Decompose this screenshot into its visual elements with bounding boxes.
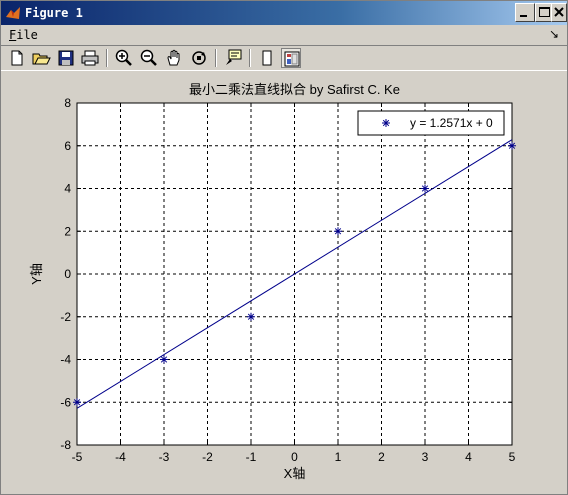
data-point-marker xyxy=(508,141,516,150)
show-plot-tools-icon[interactable] xyxy=(281,48,301,68)
data-point-marker xyxy=(421,184,429,193)
toolbar-separator xyxy=(215,49,217,67)
hide-plot-tools-icon[interactable] xyxy=(257,48,277,68)
figure-toolbar xyxy=(1,45,567,71)
legend-label: y = 1.2571x + 0 xyxy=(410,116,493,130)
menu-bar: File ↘ xyxy=(1,25,567,45)
open-file-icon[interactable] xyxy=(31,48,51,68)
minimize-icon xyxy=(520,15,527,17)
chart-title: 最小二乘法直线拟合 by Safirst C. Ke xyxy=(189,82,400,97)
x-tick-label: -3 xyxy=(159,450,170,464)
toolbar-separator xyxy=(106,49,108,67)
x-tick-label: 4 xyxy=(465,450,472,464)
zoom-in-icon[interactable] xyxy=(114,48,134,68)
data-cursor-icon[interactable] xyxy=(223,48,243,68)
x-tick-label: 2 xyxy=(378,450,385,464)
toolbar-separator xyxy=(249,49,251,67)
x-tick-label: -4 xyxy=(115,450,126,464)
data-point-marker xyxy=(247,312,255,321)
minimize-button[interactable] xyxy=(515,3,535,22)
x-tick-label: -1 xyxy=(246,450,257,464)
close-button[interactable] xyxy=(551,3,567,22)
x-tick-label: 1 xyxy=(335,450,342,464)
x-tick-label: 3 xyxy=(422,450,429,464)
x-tick-label: -5 xyxy=(72,450,83,464)
menu-overflow-arrow-icon[interactable]: ↘ xyxy=(549,27,559,41)
save-icon[interactable] xyxy=(56,48,76,68)
y-tick-label: -4 xyxy=(60,353,71,367)
y-tick-label: 8 xyxy=(64,96,71,110)
data-point-marker xyxy=(160,355,168,364)
y-tick-label: 6 xyxy=(64,139,71,153)
y-axis-label: Y轴 xyxy=(29,263,44,285)
close-icon xyxy=(554,7,564,17)
new-figure-icon[interactable] xyxy=(7,48,27,68)
zoom-out-icon[interactable] xyxy=(139,48,159,68)
figure-window: Figure 1 File ↘ -5 -4 -3 -2 -1 0 1 2 3 4… xyxy=(0,0,568,495)
chart-area: -5 -4 -3 -2 -1 0 1 2 3 4 5 8 6 4 2 0 -2 -4 -6 -8 最小二乘法直线拟合 b… xyxy=(29,82,516,481)
x-tick-label: 5 xyxy=(509,450,516,464)
x-axis-label: X轴 xyxy=(284,466,306,481)
y-tick-label: -2 xyxy=(60,310,71,324)
y-tick-label: 4 xyxy=(64,182,71,196)
y-tick-label: 2 xyxy=(64,224,71,238)
matlab-logo-icon xyxy=(6,7,20,19)
data-point-marker xyxy=(73,398,81,407)
data-point-marker xyxy=(334,227,342,236)
y-tick-label: -6 xyxy=(60,395,71,409)
y-tick-label: -8 xyxy=(60,438,71,452)
rotate-3d-icon[interactable] xyxy=(189,48,209,68)
menu-file[interactable]: File xyxy=(9,28,38,42)
y-tick-label: 0 xyxy=(64,267,71,281)
window-title: Figure 1 xyxy=(25,6,83,20)
title-bar[interactable]: Figure 1 xyxy=(1,1,567,25)
print-icon[interactable] xyxy=(80,48,100,68)
x-tick-label: -2 xyxy=(202,450,213,464)
pan-hand-icon[interactable] xyxy=(164,48,184,68)
x-tick-label: 0 xyxy=(291,450,298,464)
